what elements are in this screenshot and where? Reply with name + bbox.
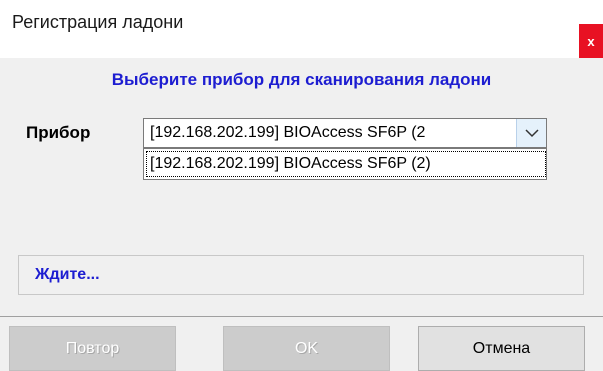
instruction-heading: Выберите прибор для сканирования ладони bbox=[111, 70, 492, 89]
chevron-down-icon bbox=[524, 128, 539, 137]
ok-button[interactable]: OK bbox=[223, 326, 390, 371]
status-panel: Ждите... bbox=[18, 255, 584, 295]
retry-button[interactable]: Повтор bbox=[9, 326, 176, 371]
device-dropdown-list: [192.168.202.199] BIOAccess SF6P (2) bbox=[143, 148, 547, 180]
ok-button-label: OK bbox=[294, 339, 319, 357]
window-title: Регистрация ладони bbox=[12, 12, 184, 32]
close-icon: x bbox=[587, 33, 595, 49]
device-select-value: [192.168.202.199] BIOAccess SF6P (2 bbox=[150, 124, 426, 141]
title-bar: Регистрация ладони bbox=[0, 0, 603, 44]
cancel-button-label: Отмена bbox=[472, 339, 531, 357]
device-select[interactable]: [192.168.202.199] BIOAccess SF6P (2 bbox=[143, 118, 547, 148]
dropdown-toggle[interactable] bbox=[516, 119, 546, 147]
device-label: Прибор bbox=[26, 123, 91, 142]
status-text: Ждите... bbox=[35, 266, 100, 283]
retry-button-label: Повтор bbox=[65, 339, 120, 357]
device-option[interactable]: [192.168.202.199] BIOAccess SF6P (2) bbox=[146, 151, 546, 177]
close-button[interactable]: x bbox=[579, 24, 603, 58]
cancel-button[interactable]: Отмена bbox=[418, 326, 585, 371]
